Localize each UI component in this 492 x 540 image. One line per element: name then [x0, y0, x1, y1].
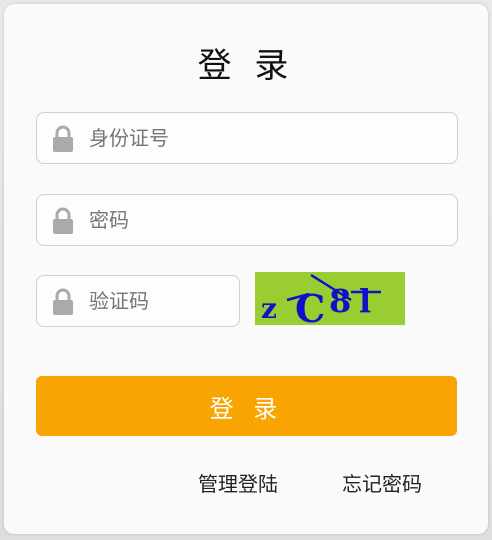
captcha-field[interactable] — [36, 275, 240, 327]
captcha-char-c: C — [295, 286, 325, 325]
captcha-char-z: z — [261, 292, 277, 325]
password-input[interactable] — [89, 195, 445, 245]
admin-login-link[interactable]: 管理登陆 — [198, 468, 278, 497]
captcha-image[interactable]: z C 8 l — [255, 272, 405, 325]
id-number-field[interactable] — [36, 112, 458, 164]
captcha-input[interactable] — [89, 276, 227, 326]
forgot-password-link[interactable]: 忘记密码 — [342, 468, 422, 497]
password-field[interactable] — [36, 194, 458, 246]
login-button[interactable]: 登 录 — [36, 376, 457, 436]
login-title: 登 录 — [197, 46, 295, 86]
id-number-input[interactable] — [89, 113, 445, 163]
lock-icon — [53, 125, 73, 152]
captcha-char-l: l — [359, 282, 371, 320]
lock-icon — [53, 288, 73, 315]
lock-icon — [53, 207, 73, 234]
